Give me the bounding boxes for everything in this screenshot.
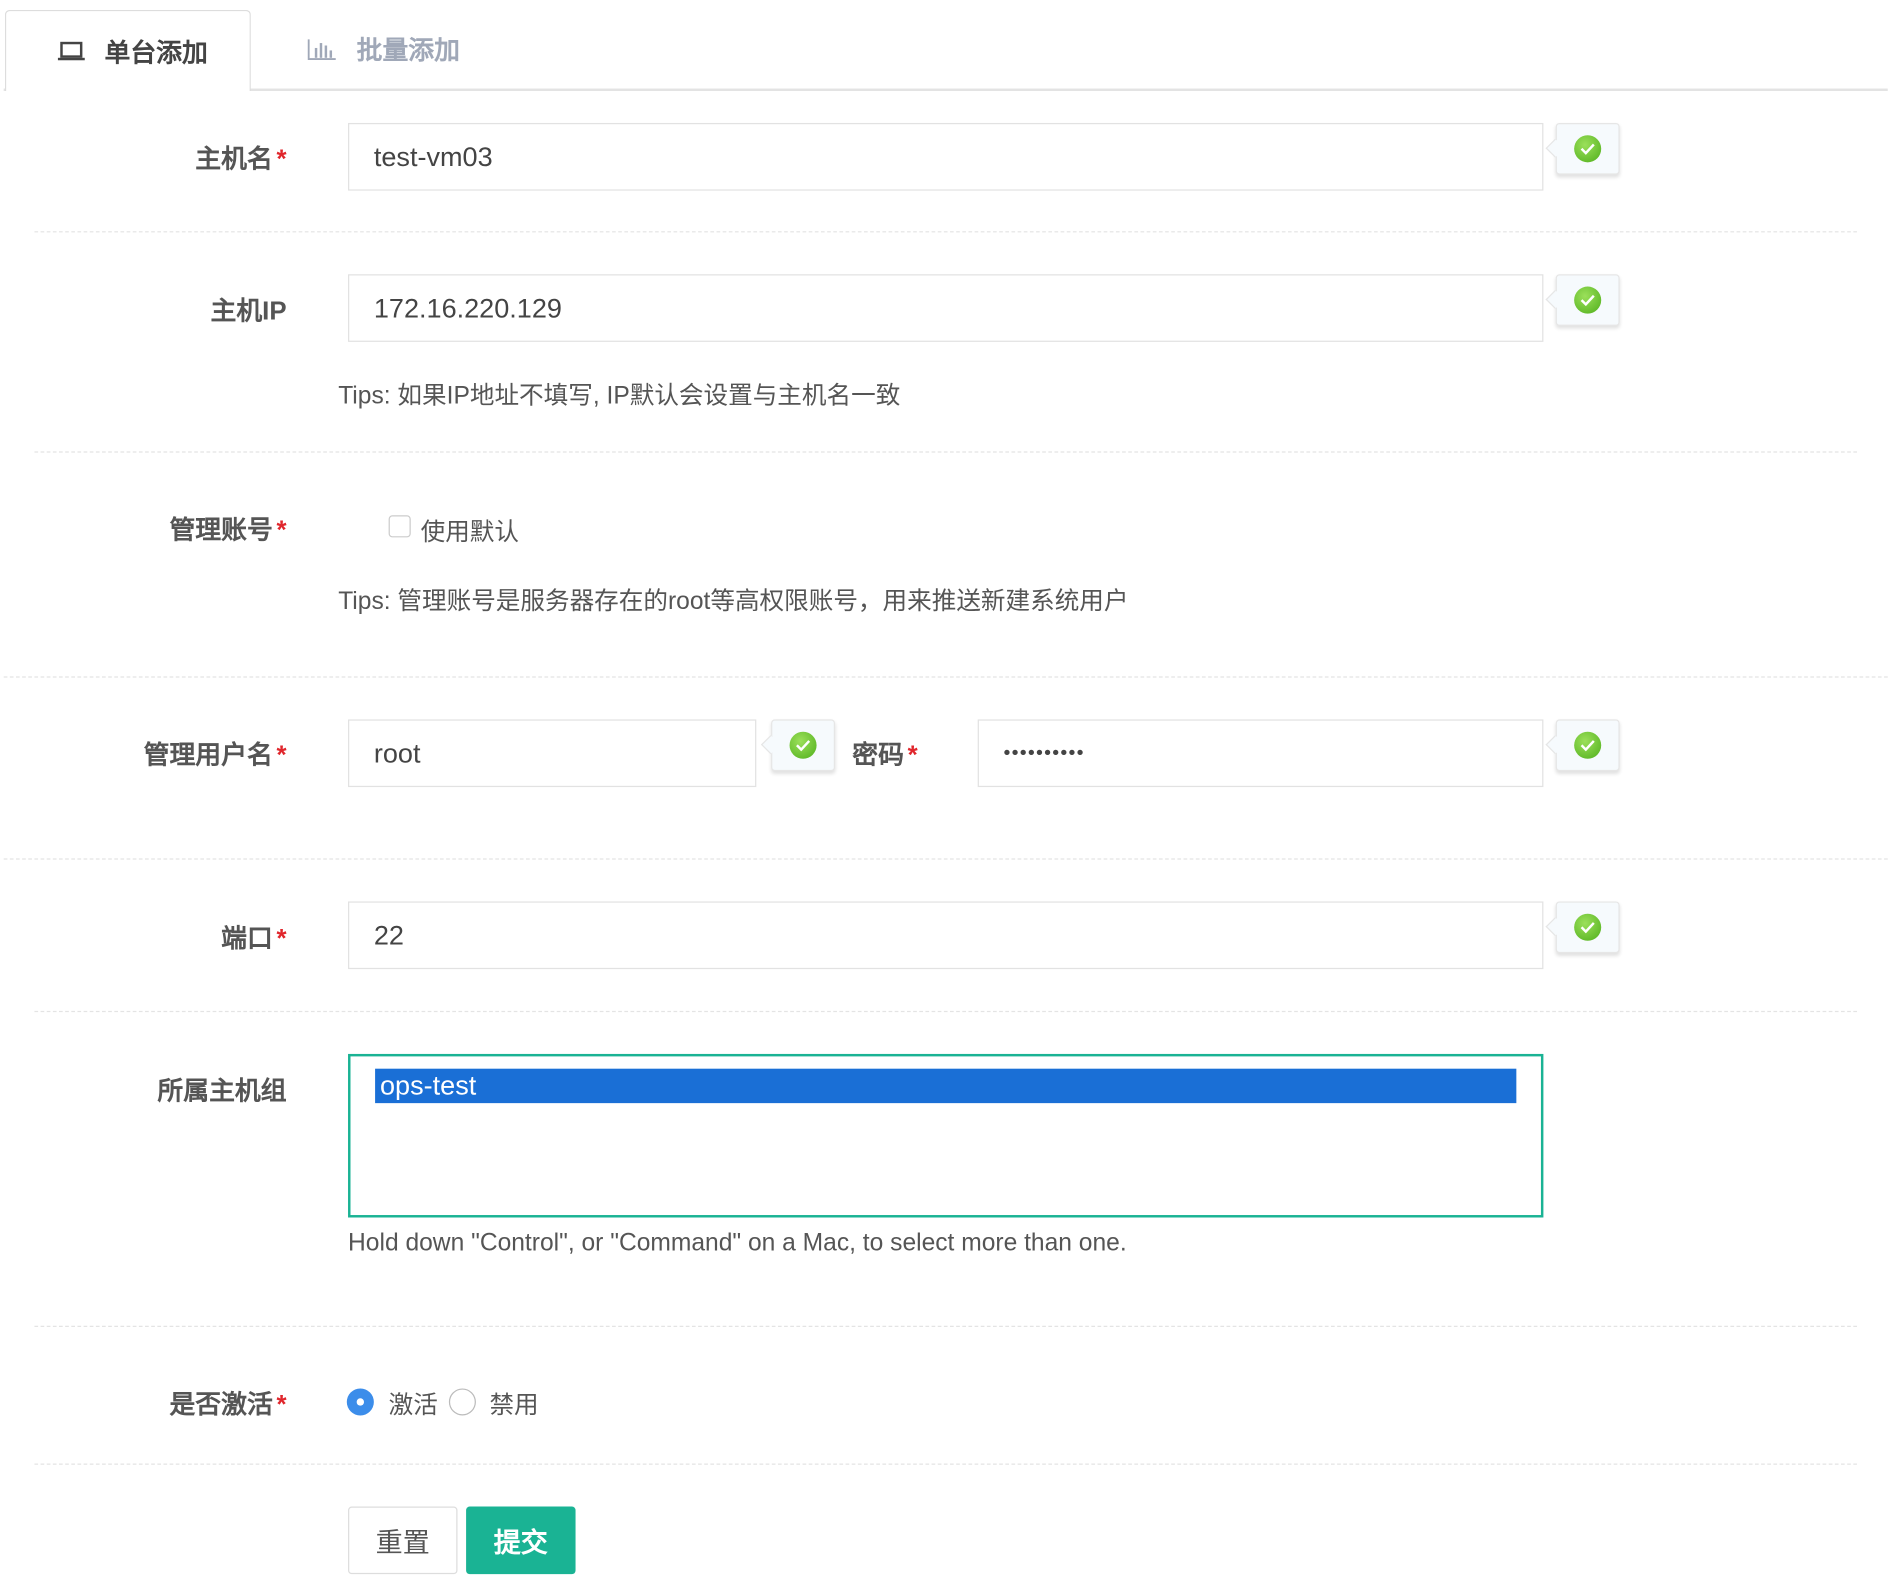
divider [34, 1463, 1857, 1465]
tab-bar-border [3, 88, 1888, 92]
check-icon [1574, 913, 1602, 941]
divider [34, 1010, 1857, 1013]
check-icon [1574, 286, 1602, 314]
check-icon [1574, 731, 1602, 759]
valid-badge [1555, 901, 1620, 954]
admin-account-tips: Tips: 管理账号是服务器存在的root等高权限账号，用来推送新建系统用户 [338, 587, 1129, 615]
host-group-option[interactable]: ops-test [375, 1068, 1517, 1104]
laptop-icon [57, 41, 85, 60]
valid-badge [1555, 122, 1620, 175]
reset-button[interactable]: 重置 [348, 1506, 458, 1575]
divider [34, 1325, 1857, 1327]
hostname-input[interactable]: test-vm03 [348, 122, 1544, 191]
use-default-checkbox[interactable] [388, 515, 411, 538]
valid-badge [1555, 274, 1620, 326]
admin-account-label: 管理账号 * [169, 516, 287, 545]
valid-badge [771, 719, 836, 772]
admin-user-label: 管理用户名 * [143, 741, 287, 770]
host-ip-label: 主机IP [210, 297, 287, 326]
tab-label: 批量添加 [356, 36, 460, 66]
bar-chart-icon [307, 39, 336, 60]
submit-button[interactable]: 提交 [466, 1506, 576, 1575]
host-ip-tips: Tips: 如果IP地址不填写, IP默认会设置与主机名一致 [338, 382, 901, 410]
radio-disabled-label[interactable]: 禁用 [489, 1385, 538, 1421]
radio-disabled[interactable] [448, 1388, 476, 1416]
tab-single-add[interactable]: 单台添加 [4, 9, 251, 92]
check-icon [789, 731, 817, 759]
admin-user-input[interactable]: root [348, 719, 757, 788]
active-label: 是否激活 * [169, 1390, 287, 1420]
radio-active[interactable] [346, 1388, 374, 1416]
divider [3, 676, 1888, 678]
divider [3, 858, 1888, 860]
host-group-help: Hold down "Control", or "Command" on a M… [348, 1229, 1127, 1257]
tab-label: 单台添加 [104, 38, 208, 68]
divider [34, 231, 1857, 233]
check-icon [1574, 135, 1602, 163]
tab-batch-add[interactable]: 批量添加 [307, 10, 460, 89]
port-label: 端口 * [221, 924, 287, 954]
port-input[interactable]: 22 [348, 901, 1544, 970]
host-group-label: 所属主机组 [157, 1077, 287, 1106]
password-label: 密码 * [852, 741, 918, 770]
host-group-select[interactable]: ops-test [348, 1053, 1544, 1218]
divider [34, 451, 1857, 453]
use-default-label[interactable]: 使用默认 [421, 512, 519, 548]
password-input[interactable]: •••••••••• [977, 719, 1544, 788]
host-ip-input[interactable]: 172.16.220.129 [348, 274, 1544, 342]
radio-active-label[interactable]: 激活 [389, 1385, 438, 1421]
valid-badge [1555, 719, 1620, 772]
hostname-label: 主机名 * [195, 145, 287, 174]
